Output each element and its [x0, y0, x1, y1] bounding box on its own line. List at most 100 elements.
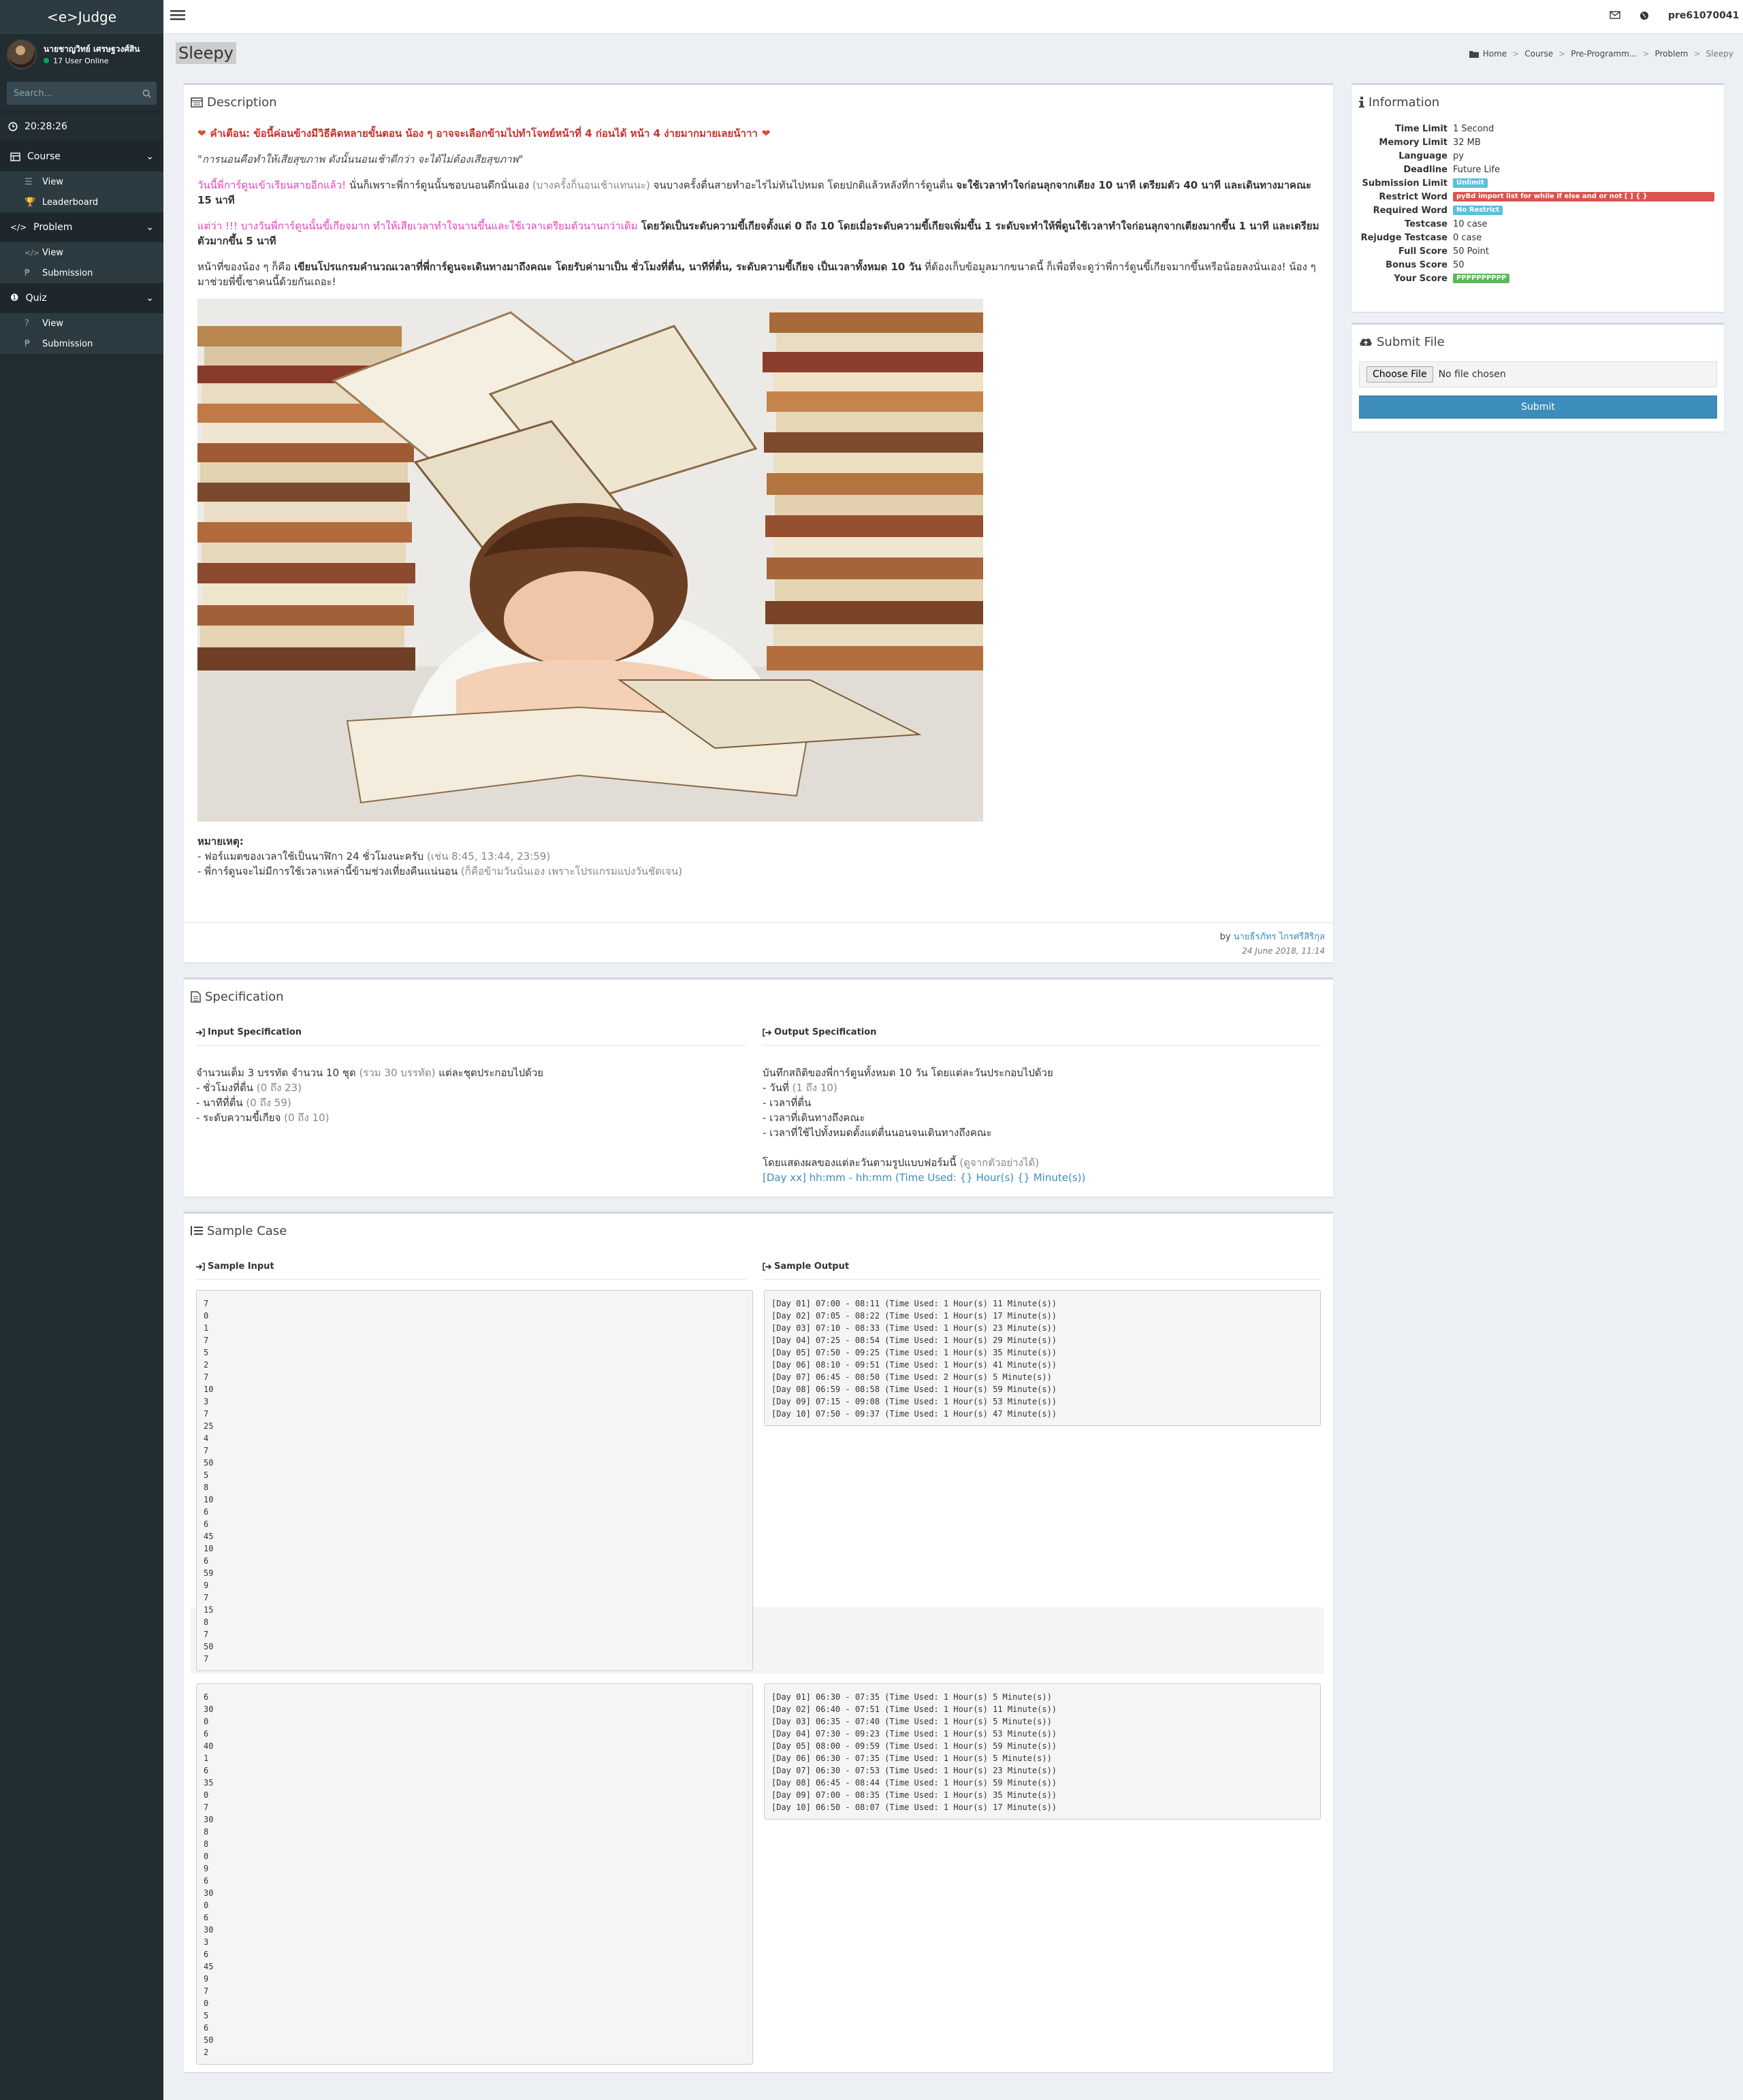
specification-title: Specification	[205, 989, 284, 1004]
note-title: หมายเหตุ:	[197, 835, 244, 847]
status-badge: PPPPPPPPPP	[1453, 274, 1510, 283]
input-spec-text: จำนวนเต็ม 3 บรรทัด จำนวน 10 ชุด (รวม 30 …	[196, 1067, 544, 1124]
sidebar: <e>Judge นายชาญวิทย์ เศรษฐวงศ์สิน 17 Use…	[0, 0, 163, 2100]
avatar	[7, 39, 37, 69]
online-status: 17 User Online	[44, 56, 140, 65]
author-link[interactable]: นายธีรภัทร ไกรศรีสิริกุล	[1234, 932, 1325, 942]
paragraph-icon: ₱	[25, 268, 31, 278]
description-panel: Description ❤ คำเตือน: ข้อนี้ค่อนข้างมีว…	[184, 83, 1333, 963]
hamburger-icon[interactable]	[170, 9, 185, 24]
output-format: [Day xx] hh:mm - hh:mm (Time Used: {} Ho…	[763, 1172, 1086, 1184]
sidebar-menu-course[interactable]: Course ⌄	[0, 142, 163, 172]
info-row-deadline: Deadline Future Life	[1403, 164, 1500, 175]
specification-header: Specification	[184, 980, 1333, 1007]
info-row-full-score: Full Score 50 Point	[1398, 246, 1489, 257]
file-input[interactable]: Choose File No file chosen	[1359, 361, 1717, 387]
breadcrumb-pre-programming[interactable]: Pre-Programm...	[1571, 49, 1637, 59]
information-panel: Information Time Limit 1 Second Memory Li…	[1352, 83, 1724, 312]
status-badge: pyBd import list for while if else and o…	[1453, 192, 1714, 201]
status-badge: Unlimit	[1453, 178, 1488, 188]
submit-file-panel: Submit File Choose File No file chosen S…	[1352, 323, 1724, 432]
sidebar-menu-problem[interactable]: </> Problem ⌄	[0, 212, 163, 242]
submit-button[interactable]: Submit	[1359, 395, 1717, 419]
sample-case-header: Sample Case	[184, 1214, 1333, 1241]
sidebar-menu-quiz[interactable]: ❶ Quiz ⌄	[0, 283, 163, 313]
trophy-icon: 🏆	[25, 197, 36, 208]
paragraph-1: วันนี้พี่การ์ดูนเข้าเรียนสายอีกแล้ว! นั่…	[197, 179, 1312, 206]
info-row-rejudge-testcase: Rejudge Testcase 0 case	[1360, 232, 1482, 243]
user-name: นายชาญวิทย์ เศรษฐวงศ์สิน	[44, 44, 140, 54]
information-table: Time Limit 1 Second Memory Limit 32 MB Lan…	[1352, 122, 1724, 285]
submit-file-title: Submit File	[1377, 334, 1445, 349]
paragraph-icon: ₱	[25, 338, 31, 349]
sign-in-icon	[196, 1028, 205, 1037]
warning-text: ❤ คำเตือน: ข้อนี้ค่อนข้างมีวิธีคิดหลายขั…	[197, 127, 771, 140]
mail-icon[interactable]	[1610, 11, 1620, 22]
sidebar-item-quiz-submission[interactable]: ₱ Submission	[0, 334, 163, 354]
info-row-time-limit: Time Limit 1 Second	[1394, 123, 1494, 134]
sample-input-2[interactable]: 6 30 0 6 40 1 6 35 0 7 30 8 8 0 9 6 30 0…	[196, 1683, 753, 2065]
output-spec-heading: Output Specification	[763, 1027, 876, 1037]
user-menu[interactable]: pre61070041	[1668, 10, 1739, 21]
question-icon: ?	[25, 318, 29, 329]
list-ol-icon	[191, 1226, 203, 1235]
clock-icon	[8, 122, 18, 131]
breadcrumb-course[interactable]: Course	[1524, 49, 1553, 59]
file-text-icon	[191, 990, 201, 1003]
divider	[763, 1045, 1321, 1046]
heart-icon: ❤	[761, 127, 771, 140]
note-1: - ฟอร์แมตของเวลาใช้เป็นนาฬิกา 24 ชั่วโมง…	[197, 850, 551, 862]
breadcrumb-problem[interactable]: Problem	[1654, 49, 1688, 59]
cloud-upload-icon	[1360, 338, 1372, 346]
info-row-your-score: Your Score PPPPPPPPPP	[1352, 272, 1724, 285]
breadcrumb-home[interactable]: Home	[1483, 49, 1507, 59]
divider	[184, 922, 1333, 923]
author-line: by นายธีรภัทร ไกรศรีสิริกุล	[1219, 932, 1325, 942]
sidebar-item-course-view[interactable]: ☰ View	[0, 172, 163, 192]
output-spec-text: บันทึกสถิติของพี่การ์ดูนทั้งหมด 10 วัน โ…	[763, 1067, 1086, 1184]
sign-out-icon	[763, 1262, 771, 1271]
input-spec-heading: Input Specification	[196, 1027, 302, 1037]
online-dot-icon	[44, 58, 49, 63]
sidebar-menu-label: Course	[27, 151, 61, 162]
breadcrumb-current: Sleepy	[1706, 49, 1733, 59]
submit-file-header: Submit File	[1352, 325, 1724, 352]
sample-input-1[interactable]: 7 0 1 7 5 2 7 10 3 7 25 4 7 50 5 8 10 6 …	[196, 1290, 753, 1671]
divider	[763, 1279, 1321, 1280]
info-row-memory-limit: Memory Limit 32 MB	[1379, 137, 1481, 148]
information-header: Information	[1352, 85, 1724, 112]
sleeping-girl-image	[197, 299, 983, 822]
sidebar-item-problem-submission[interactable]: ₱ Submission	[0, 263, 163, 283]
sample-output-1[interactable]: [Day 01] 07:00 - 08:11 (Time Used: 1 Hou…	[764, 1290, 1321, 1426]
description-title: Description	[207, 95, 277, 110]
sign-in-icon	[196, 1262, 205, 1271]
sidebar-item-quiz-view[interactable]: ? View	[0, 313, 163, 334]
search-icon[interactable]	[136, 82, 157, 105]
info-row-testcase: Testcase 10 case	[1405, 219, 1488, 229]
information-title: Information	[1369, 95, 1440, 110]
app-logo[interactable]: <e>Judge	[0, 0, 163, 34]
sidebar-item-leaderboard[interactable]: 🏆 Leaderboard	[0, 192, 163, 212]
book-icon	[10, 152, 20, 161]
list-alt-icon	[191, 97, 203, 108]
choose-file-button[interactable]: Choose File	[1366, 366, 1433, 383]
sidebar-item-problem-view[interactable]: </> View	[0, 242, 163, 263]
folder-icon	[1469, 50, 1479, 58]
clock: 20:28:26	[0, 112, 163, 142]
quote-text: "การนอนคือทำให้เสียสุขภาพ ดังนั้นนอนเช้า…	[197, 153, 524, 165]
paragraph-2: แต่ว่า !!! บางวันพี่การ์ดูนนั้นขี้เกียจม…	[197, 220, 1320, 247]
info-icon	[1359, 97, 1364, 108]
globe-icon[interactable]	[1640, 11, 1649, 23]
paragraph-3: หน้าที่ของน้อง ๆ ก็คือ เขียนโปรแกรมคำนวณ…	[197, 261, 1316, 288]
divider	[196, 1279, 746, 1280]
note-2: - พี่การ์ดูนจะไม่มีการใช้เวลาเหล่านี้ข้า…	[197, 865, 682, 877]
info-row-restrict-word: Restrict Word pyBd import list for while …	[1352, 190, 1724, 204]
file-status: No file chosen	[1438, 369, 1506, 380]
status-badge: No Restrict	[1453, 206, 1503, 215]
search-input[interactable]	[7, 82, 136, 105]
code-icon: </>	[10, 223, 27, 232]
specification-panel: Specification Input Specification Output…	[184, 978, 1333, 1197]
sample-output-2[interactable]: [Day 01] 06:30 - 07:35 (Time Used: 1 Hou…	[764, 1683, 1321, 1820]
info-row-bonus-score: Bonus Score 50	[1386, 259, 1465, 270]
chevron-down-icon: ⌄	[146, 151, 154, 162]
